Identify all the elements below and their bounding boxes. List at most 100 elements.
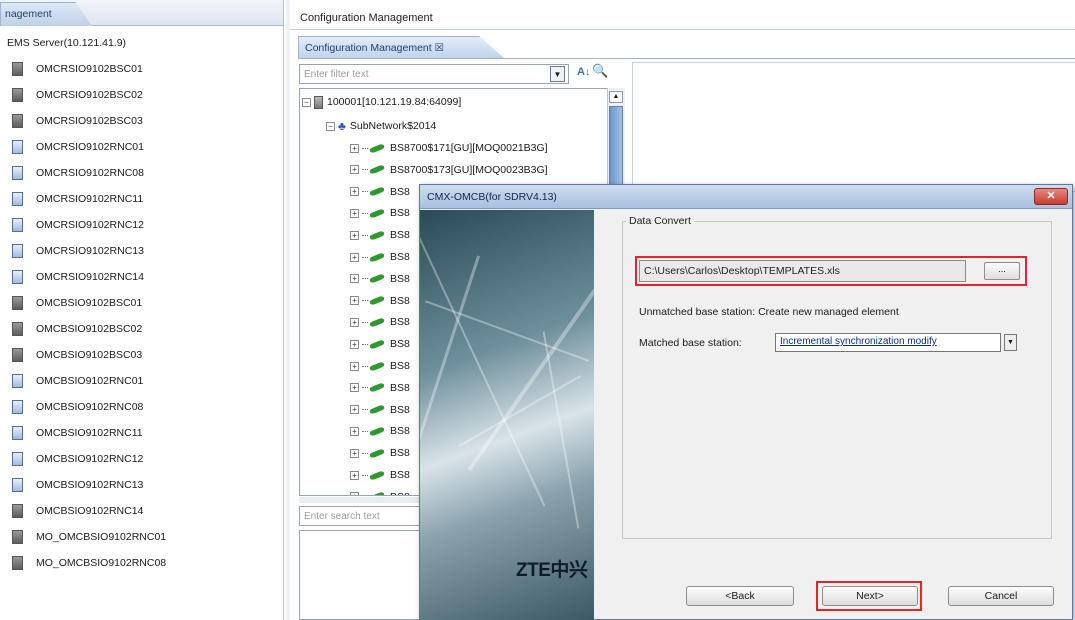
rnc-node-icon [12,400,23,414]
tree-ne-node[interactable]: + BS8 [350,270,410,288]
expand-icon[interactable]: + [350,230,359,240]
expand-icon[interactable]: + [350,274,359,284]
tree-ne-node[interactable]: + BS8 [350,379,410,397]
tree-ne-node[interactable]: + BS8700$171[GU][MOQ0021B3G] [350,139,548,157]
tree-ne-label: BS8700$171[GU][MOQ0021B3G] [390,142,548,154]
expand-icon[interactable]: + [350,296,359,306]
ne-list-item[interactable]: OMCBSIO9102RNC08 [0,394,283,420]
tree-ne-node[interactable]: + BS8 [350,401,410,419]
tree-ne-node[interactable]: + BS8 [350,204,410,222]
tree-ne-node[interactable]: + BS8 [350,335,410,353]
dialog-titlebar[interactable]: CMX-OMCB(for SDRV4.13) ✕ [420,185,1072,209]
leaf-icon [369,316,385,329]
file-row-highlight [635,256,1027,286]
tree-ne-node[interactable]: + BS8700$173[GU][MOQ0023B3G] [350,161,548,179]
expand-icon[interactable]: + [350,492,359,495]
expand-icon[interactable]: + [350,143,359,153]
zte-banner-image: ZTE中兴 [420,210,594,620]
tree-ne-node[interactable]: + BS8 [350,313,410,331]
ne-list-item[interactable]: MO_OMCBSIO9102RNC08 [0,550,283,576]
tree-connector [362,278,368,280]
matched-station-select[interactable]: Incremental synchronization modify [775,333,1001,352]
ne-list-item-label: OMCBSIO9102BSC02 [36,323,143,335]
ne-list-item[interactable]: OMCRSIO9102RNC11 [0,186,283,212]
tree-ne-node[interactable]: + BS8 [350,183,410,201]
search-icon[interactable]: 🔍 [592,63,608,79]
back-button[interactable]: <Back [686,586,794,606]
ne-list-item[interactable]: OMCBSIO9102BSC01 [0,290,283,316]
tree-root-node[interactable]: − 100001[10.121.19.84:64099] [302,93,461,111]
ne-list-item[interactable]: OMCRSIO9102BSC02 [0,82,283,108]
expand-icon[interactable]: + [350,317,359,327]
expand-icon[interactable]: + [350,426,359,436]
tree-ne-label: BS8 [390,251,410,263]
search-input[interactable] [299,506,429,526]
tab-management[interactable]: nagement [0,2,92,26]
ne-list-item[interactable]: OMCRSIO9102RNC01 [0,134,283,160]
filter-input[interactable] [299,64,569,84]
ne-list-item-label: MO_OMCBSIO9102RNC08 [36,557,167,569]
expand-icon[interactable]: + [350,405,359,415]
expand-icon[interactable]: + [350,470,359,480]
collapse-icon[interactable]: − [326,121,335,131]
ne-list-item[interactable]: OMCBSIO9102RNC01 [0,368,283,394]
ne-list-item[interactable]: OMCBSIO9102RNC13 [0,472,283,498]
ne-list-item[interactable]: OMCBSIO9102BSC02 [0,316,283,342]
expand-icon[interactable]: + [350,208,359,218]
tree-ne-node[interactable]: + BS8 [350,488,410,495]
expand-icon[interactable]: + [350,383,359,393]
bsc-node-icon [12,556,23,570]
ne-list-item[interactable]: OMCRSIO9102RNC13 [0,238,283,264]
expand-icon[interactable]: + [350,187,359,197]
cancel-button[interactable]: Cancel [948,586,1054,606]
tree-ne-node[interactable]: + BS8 [350,226,410,244]
ne-list-item[interactable]: OMCRSIO9102RNC08 [0,160,283,186]
ne-list-item[interactable]: OMCBSIO9102RNC11 [0,420,283,446]
expand-icon[interactable]: + [350,339,359,349]
ne-list-item[interactable]: OMCBSIO9102BSC03 [0,342,283,368]
expand-icon[interactable]: + [350,165,359,175]
leaf-icon [369,359,385,373]
tree-ne-label: BS8 [390,272,410,285]
ne-list-item[interactable]: MO_OMCBSIO9102RNC01 [0,524,283,550]
tree-connector [362,452,368,454]
tree-ne-node[interactable]: + BS8 [350,444,410,462]
tree-ne-node[interactable]: + BS8 [350,466,410,484]
rnc-node-icon [12,478,23,492]
tree-subnetwork-node[interactable]: − ♣ SubNetwork$2014 [326,117,436,135]
leaf-icon [369,294,385,307]
panel-splitter[interactable] [286,0,290,620]
chevron-down-icon[interactable]: ▼ [1004,334,1017,351]
expand-icon[interactable]: + [350,252,359,262]
tree-connector [362,321,368,323]
tree-ne-node[interactable]: + BS8 [350,248,410,266]
ems-server-node[interactable]: EMS Server(10.121.41.9) [0,30,283,56]
tree-ne-label: BS8 [390,338,410,351]
leaf-icon [369,272,385,285]
ne-list-item[interactable]: OMCRSIO9102RNC14 [0,264,283,290]
ne-list-item-label: OMCRSIO9102RNC11 [36,193,144,205]
tree-ne-node[interactable]: + BS8 [350,422,410,440]
filter-dropdown-button[interactable]: ▼ [550,66,565,82]
rnc-node-icon [12,452,23,466]
tree-ne-node[interactable]: + BS8 [350,292,410,310]
ne-list-item[interactable]: OMCRSIO9102RNC12 [0,212,283,238]
scroll-up-arrow-icon[interactable]: ▲ [609,91,623,103]
tree-ne-node[interactable]: + BS8 [350,357,410,375]
ne-list-item[interactable]: OMCRSIO9102BSC03 [0,108,283,134]
collapse-icon[interactable]: − [302,97,311,107]
expand-icon[interactable]: + [350,448,359,458]
ne-list-item[interactable]: OMCBSIO9102RNC12 [0,446,283,472]
sort-icon[interactable]: A↓ [577,66,590,78]
expand-icon[interactable]: + [350,361,359,371]
close-icon[interactable]: ✕ [1034,188,1068,205]
tree-connector [362,365,368,367]
zte-logo: ZTE中兴 [516,560,588,581]
bsc-node-icon [12,88,23,102]
ne-list-item[interactable]: OMCBSIO9102RNC14 [0,498,283,524]
tree-connector [362,169,368,171]
perspective-title: Configuration Management [290,8,1075,30]
tab-configuration-management[interactable]: Configuration Management ☒ [298,36,504,58]
ne-list-item[interactable]: OMCRSIO9102BSC01 [0,56,283,82]
bsc-node-icon [12,530,23,544]
